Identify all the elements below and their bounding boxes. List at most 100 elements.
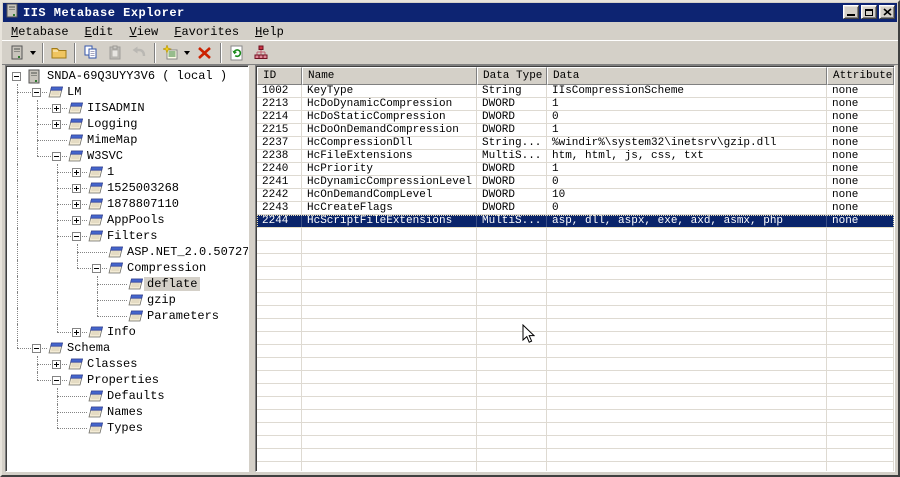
tree-item-asp-net-2-0-50727-0[interactable]: ASP.NET_2.0.50727.0: [6, 244, 248, 260]
collapse-icon[interactable]: [72, 232, 81, 241]
table-row[interactable]: 2237 HcCompressionDll String... %windir%\sy…: [257, 137, 894, 150]
tree-item-label[interactable]: Schema: [64, 341, 113, 355]
collapse-icon[interactable]: [52, 376, 61, 385]
tree-item-mimemap[interactable]: MimeMap: [6, 132, 248, 148]
up-one-level-button[interactable]: [47, 42, 71, 64]
tree-item-compression[interactable]: Compression: [6, 260, 248, 276]
expand-icon[interactable]: [72, 216, 81, 225]
new-key-dropdown-arrow-icon[interactable]: [184, 50, 190, 55]
tree-item-label[interactable]: AppPools: [104, 213, 168, 227]
empty-cell: [827, 449, 894, 461]
tree-item-properties[interactable]: Properties: [6, 372, 248, 388]
tree-item-info[interactable]: Info: [6, 324, 248, 340]
tree-item-logging[interactable]: Logging: [6, 116, 248, 132]
expand-icon[interactable]: [52, 360, 61, 369]
tree-item-w3svc[interactable]: W3SVC: [6, 148, 248, 164]
tree-item-apppools[interactable]: AppPools: [6, 212, 248, 228]
tree-item-gzip[interactable]: gzip: [6, 292, 248, 308]
tree-item-label[interactable]: W3SVC: [84, 149, 126, 163]
refresh-button[interactable]: [225, 42, 249, 64]
tree-item-label[interactable]: Parameters: [144, 309, 222, 323]
tree-item-types[interactable]: Types: [6, 420, 248, 436]
close-button[interactable]: [879, 5, 895, 19]
column-header-id[interactable]: ID: [257, 67, 302, 85]
table-row[interactable]: 2241 HcDynamicCompressionLevel DWORD 0 none: [257, 176, 894, 189]
tree-item-schema[interactable]: Schema: [6, 340, 248, 356]
tree-item-label[interactable]: Info: [104, 325, 139, 339]
tree-item-filters[interactable]: Filters: [6, 228, 248, 244]
table-row[interactable]: 2244 HcScriptFileExtensions MultiS... asp, …: [257, 215, 894, 228]
tree-item-label[interactable]: gzip: [144, 293, 179, 307]
table-row[interactable]: 2240 HcPriority DWORD 1 none: [257, 163, 894, 176]
tree-item-label[interactable]: MimeMap: [84, 133, 140, 147]
tree-item-defaults[interactable]: Defaults: [6, 388, 248, 404]
tree-item-label[interactable]: 1525003268: [104, 181, 182, 195]
tree-item-label[interactable]: 1878807110: [104, 197, 182, 211]
expand-icon[interactable]: [52, 104, 61, 113]
tree-item-parameters[interactable]: Parameters: [6, 308, 248, 324]
column-header-data[interactable]: Data: [547, 67, 827, 85]
copy-button[interactable]: [79, 42, 103, 64]
table-cell: none: [827, 111, 894, 123]
delete-button[interactable]: [193, 42, 217, 64]
tree-item-label[interactable]: Properties: [84, 373, 162, 387]
connect-server-dropdown-arrow-icon[interactable]: [30, 50, 36, 55]
tree-item-label[interactable]: IISADMIN: [84, 101, 148, 115]
menu-item-metabase[interactable]: Metabase: [3, 24, 77, 40]
connect-server-button[interactable]: [5, 42, 29, 64]
tree-item-label[interactable]: Logging: [84, 117, 140, 131]
table-row[interactable]: 2242 HcOnDemandCompLevel DWORD 10 none: [257, 189, 894, 202]
tree-item-label[interactable]: Defaults: [104, 389, 168, 403]
menu-item-view[interactable]: View: [121, 24, 166, 40]
expand-icon[interactable]: [72, 200, 81, 209]
table-row[interactable]: 2215 HcDoOnDemandCompression DWORD 1 none: [257, 124, 894, 137]
tree-item-lm[interactable]: LM: [6, 84, 248, 100]
tree-item-names[interactable]: Names: [6, 404, 248, 420]
tree-guide-line: [97, 284, 127, 285]
table-row[interactable]: 2214 HcDoStaticCompression DWORD 0 none: [257, 111, 894, 124]
expand-icon[interactable]: [72, 184, 81, 193]
tree-item-classes[interactable]: Classes: [6, 356, 248, 372]
table-row[interactable]: 2238 HcFileExtensions MultiS... htm, html, …: [257, 150, 894, 163]
new-key-button[interactable]: [159, 42, 183, 64]
table-row[interactable]: 2213 HcDoDynamicCompression DWORD 1 none: [257, 98, 894, 111]
tree-item-label[interactable]: ASP.NET_2.0.50727.0: [124, 245, 248, 259]
refresh-icon: [230, 45, 243, 60]
tree-item-label[interactable]: Filters: [104, 229, 160, 243]
column-header-data-type[interactable]: Data Type: [477, 67, 547, 85]
tree-item-deflate[interactable]: deflate: [6, 276, 248, 292]
collapse-icon[interactable]: [92, 264, 101, 273]
tree-item-1525003268[interactable]: 1525003268: [6, 180, 248, 196]
expand-icon[interactable]: [52, 120, 61, 129]
tree-item-label[interactable]: deflate: [144, 277, 201, 291]
tree-item-1878807110[interactable]: 1878807110: [6, 196, 248, 212]
menu-item-edit[interactable]: Edit: [77, 24, 122, 40]
column-header-name[interactable]: Name: [302, 67, 477, 85]
tree-item-label[interactable]: Classes: [84, 357, 140, 371]
collapse-icon[interactable]: [32, 88, 41, 97]
collapse-icon[interactable]: [32, 344, 41, 353]
title-bar[interactable]: IIS Metabase Explorer: [3, 3, 897, 22]
menu-item-help[interactable]: Help: [247, 24, 292, 40]
maximize-button[interactable]: [861, 5, 877, 19]
tree-item-label[interactable]: Compression: [124, 261, 209, 275]
tree-view-button[interactable]: [249, 42, 273, 64]
tree-item-label[interactable]: Types: [104, 421, 146, 435]
table-row[interactable]: 1002 KeyType String IIsCompressionScheme non…: [257, 85, 894, 98]
tree-item-snda-69q3uyy3v6-local-[interactable]: SNDA-69Q3UYY3V6 ( local ): [6, 68, 248, 84]
collapse-icon[interactable]: [52, 152, 61, 161]
expand-icon[interactable]: [72, 328, 81, 337]
tree-item-1[interactable]: 1: [6, 164, 248, 180]
collapse-icon[interactable]: [12, 72, 21, 81]
tree-item-label[interactable]: Names: [104, 405, 146, 419]
tree-item-iisadmin[interactable]: IISADMIN: [6, 100, 248, 116]
expand-icon[interactable]: [72, 168, 81, 177]
minimize-button[interactable]: [843, 5, 859, 19]
tree-item-label[interactable]: SNDA-69Q3UYY3V6 ( local ): [44, 69, 230, 83]
menu-item-favorites[interactable]: Favorites: [166, 24, 247, 40]
table-row[interactable]: 2243 HcCreateFlags DWORD 0 none: [257, 202, 894, 215]
column-header-attributes[interactable]: Attributes: [827, 67, 894, 85]
tree-item-label[interactable]: 1: [104, 165, 117, 179]
tree-item-label[interactable]: LM: [64, 85, 84, 99]
empty-cell: [827, 397, 894, 409]
